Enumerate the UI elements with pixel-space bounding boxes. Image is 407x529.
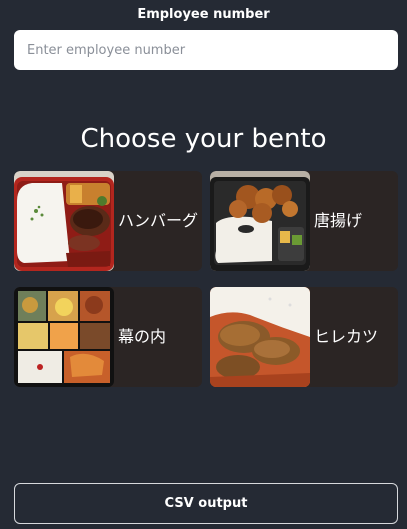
employee-number-input[interactable] [14,30,398,70]
bento-name: 幕の内 [118,327,167,346]
bento-card-karaage[interactable]: 唐揚げ [210,171,398,271]
csv-output-button[interactable]: CSV output [14,483,398,524]
hamburg-steak-bento-photo [14,171,114,271]
page-title: Choose your bento [80,124,327,154]
bento-card-hire-katsu[interactable]: ヒレカツ [210,287,398,387]
bento-name: 唐揚げ [314,211,363,230]
hire-katsu-bento-photo [210,287,310,387]
bento-name: ハンバーグ [118,211,199,230]
employee-number-label: Employee number [137,7,270,22]
bento-menu-grid: ハンバーグ 唐揚げ 幕の内 ヒレカツ [14,171,398,387]
makunouchi-bento-photo [14,287,114,387]
bento-name: ヒレカツ [314,327,379,346]
bento-card-makunouchi[interactable]: 幕の内 [14,287,202,387]
karaage-bento-photo [210,171,310,271]
bento-card-hamburg[interactable]: ハンバーグ [14,171,202,271]
